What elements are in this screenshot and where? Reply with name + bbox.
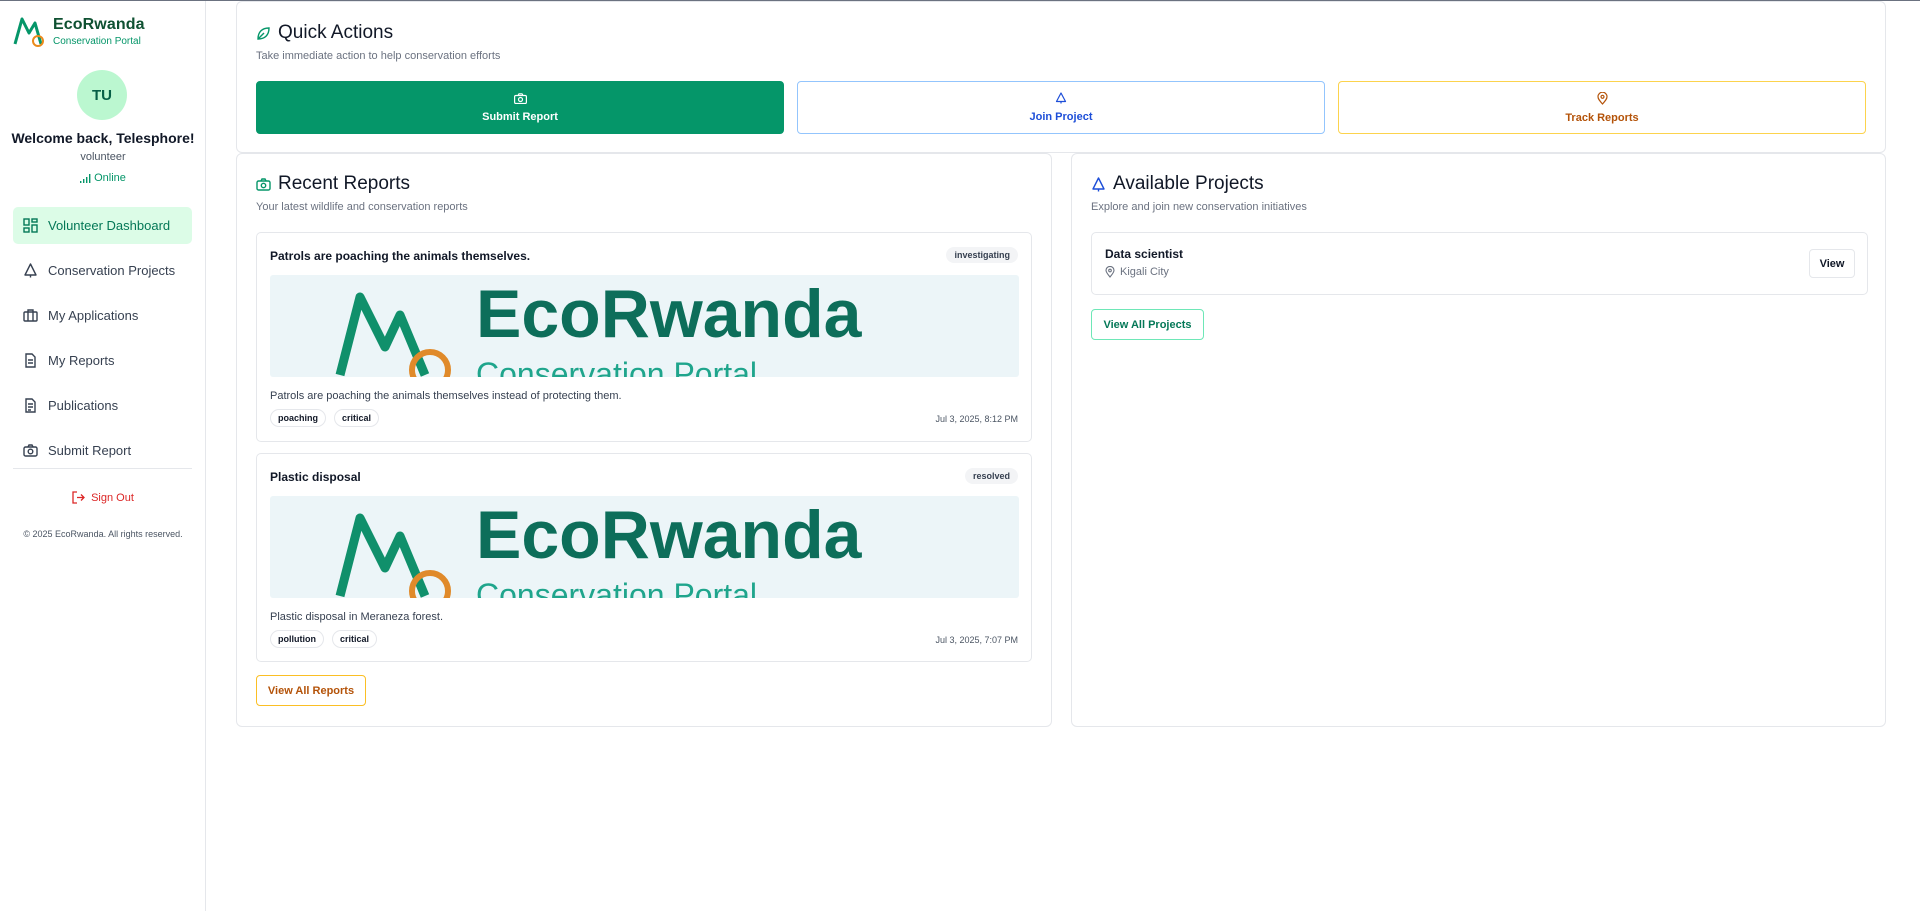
project-location: Kigali City: [1105, 266, 1169, 278]
track-reports-label: Track Reports: [1565, 111, 1639, 124]
tree-icon: [1055, 92, 1067, 104]
report-description: Plastic disposal in Meraneza forest.: [270, 611, 444, 623]
map-pin-icon: [1105, 266, 1115, 278]
quick-actions-subtitle: Take immediate action to help conservati…: [256, 50, 501, 62]
dashboard-icon: [23, 218, 38, 233]
signal-icon: [80, 173, 91, 183]
report-description: Patrols are poaching the animals themsel…: [270, 390, 622, 402]
tag-badge: poaching: [270, 409, 326, 427]
brand-logo[interactable]: EcoRwanda Conservation Portal: [13, 15, 145, 48]
join-project-button[interactable]: Join Project: [797, 81, 1325, 134]
logout-icon: [72, 491, 86, 504]
sidebar-divider: [13, 468, 192, 469]
briefcase-icon: [23, 308, 38, 323]
submit-report-label: Submit Report: [482, 110, 558, 123]
sidebar-item-label: Submit Report: [48, 443, 132, 458]
tree-icon: [23, 263, 38, 278]
project-item[interactable]: Data scientist Kigali City View: [1091, 232, 1868, 295]
mountain-logo-icon: [13, 15, 47, 47]
sidebar-nav: Volunteer Dashboard Conservation Project…: [13, 207, 192, 477]
report-image-logo-text: EcoRwanda: [476, 497, 863, 573]
report-date: Jul 3, 2025, 7:07 PM: [935, 635, 1018, 645]
document-icon: [23, 398, 38, 413]
status-badge: resolved: [964, 468, 1018, 484]
tag-badge: critical: [334, 409, 380, 427]
sign-out-label: Sign Out: [91, 491, 134, 504]
sign-out-button[interactable]: Sign Out: [0, 491, 206, 504]
sidebar-item-label: Publications: [48, 398, 119, 413]
tag-badge: pollution: [270, 630, 324, 648]
report-image-logo-subtext: Conservation Portal: [476, 577, 757, 598]
brand-name: EcoRwanda: [53, 16, 145, 33]
report-image[interactable]: EcoRwanda Conservation Portal: [270, 496, 1019, 598]
report-image-logo-text: EcoRwanda: [476, 276, 863, 352]
report-title: Plastic disposal: [270, 470, 361, 484]
available-projects-title: Available Projects: [1113, 173, 1264, 194]
sidebar-item-volunteer-dashboard[interactable]: Volunteer Dashboard: [13, 207, 192, 244]
view-project-button[interactable]: View: [1809, 249, 1855, 278]
copyright: © 2025 EcoRwanda. All rights reserved.: [23, 529, 183, 539]
sidebar-item-label: My Reports: [48, 353, 115, 368]
report-date: Jul 3, 2025, 8:12 PM: [935, 414, 1018, 424]
recent-reports-title: Recent Reports: [278, 173, 411, 194]
tag-list: poaching critical: [270, 409, 380, 427]
welcome-message: Welcome back, Telesphore!: [11, 130, 195, 146]
leaf-icon: [256, 26, 271, 41]
report-image[interactable]: EcoRwanda Conservation Portal: [270, 275, 1019, 377]
tag-badge: critical: [332, 630, 378, 648]
project-location-label: Kigali City: [1120, 266, 1169, 278]
sidebar-item-publications[interactable]: Publications: [13, 387, 192, 424]
report-title: Patrols are poaching the animals themsel…: [270, 249, 531, 263]
avatar[interactable]: TU: [77, 70, 127, 120]
sidebar-item-my-reports[interactable]: My Reports: [13, 342, 192, 379]
file-icon: [23, 353, 38, 368]
track-reports-button[interactable]: Track Reports: [1338, 81, 1866, 134]
quick-actions-title: Quick Actions: [278, 22, 394, 43]
join-project-label: Join Project: [1029, 111, 1093, 123]
camera-icon: [256, 177, 271, 191]
sidebar-item-conservation-projects[interactable]: Conservation Projects: [13, 252, 192, 289]
sidebar-item-submit-report[interactable]: Submit Report: [13, 432, 192, 469]
sidebar-item-label: Conservation Projects: [48, 263, 176, 278]
project-name: Data scientist: [1105, 247, 1184, 261]
status-badge: investigating: [946, 247, 1018, 263]
camera-icon: [513, 92, 527, 104]
report-item[interactable]: Patrols are poaching the animals themsel…: [256, 232, 1032, 442]
sidebar: EcoRwanda Conservation Portal TU Welcome…: [0, 1, 206, 911]
recent-reports-card: Recent Reports Your latest wildlife and …: [236, 153, 1052, 727]
recent-reports-subtitle: Your latest wildlife and conservation re…: [256, 201, 468, 213]
sidebar-item-label: My Applications: [48, 308, 139, 323]
user-role: volunteer: [80, 151, 126, 163]
sidebar-item-my-applications[interactable]: My Applications: [13, 297, 192, 334]
report-item[interactable]: Plastic disposal resolved EcoRwanda Cons…: [256, 453, 1032, 662]
map-pin-icon: [1596, 91, 1608, 105]
camera-icon: [23, 443, 38, 458]
tree-icon: [1091, 176, 1106, 192]
brand-subtitle: Conservation Portal: [53, 36, 141, 47]
available-projects-card: Available Projects Explore and join new …: [1071, 153, 1886, 727]
report-image-logo-subtext: Conservation Portal: [476, 356, 757, 377]
view-all-projects-button[interactable]: View All Projects: [1091, 309, 1204, 340]
view-all-reports-button[interactable]: View All Reports: [256, 675, 366, 706]
tag-list: pollution critical: [270, 630, 378, 648]
online-status: Online: [0, 172, 206, 184]
submit-report-button[interactable]: Submit Report: [256, 81, 784, 134]
sidebar-item-label: Volunteer Dashboard: [48, 218, 171, 233]
quick-actions-card: Quick Actions Take immediate action to h…: [236, 1, 1886, 153]
online-status-label: Online: [94, 172, 126, 184]
available-projects-subtitle: Explore and join new conservation initia…: [1091, 201, 1307, 213]
